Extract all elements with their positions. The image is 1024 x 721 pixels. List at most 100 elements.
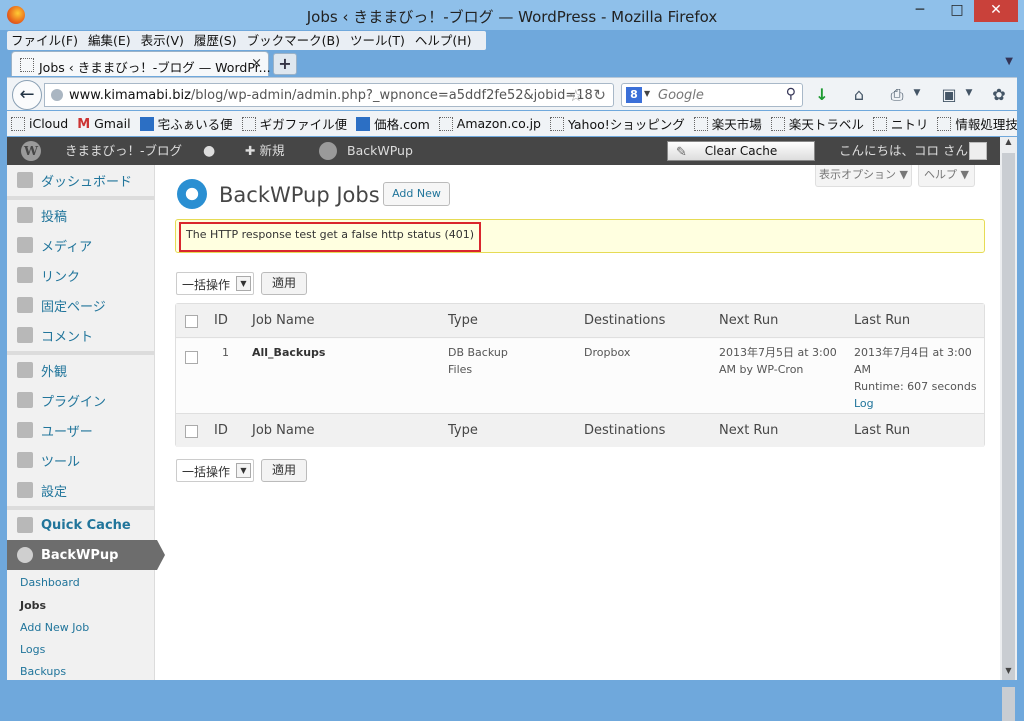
- bookmark-gmail[interactable]: M Gmail: [77, 116, 130, 132]
- maximize-button[interactable]: □: [942, 0, 972, 22]
- bookmark-takuf[interactable]: 宅ふぁいる便: [139, 114, 233, 133]
- minimize-button[interactable]: ─: [905, 0, 935, 22]
- column-destinations[interactable]: Destinations: [584, 423, 665, 438]
- column-next-run[interactable]: Next Run: [719, 313, 778, 328]
- url-bar[interactable]: www.kimamabi.biz/blog/wp-admin/admin.php…: [44, 83, 614, 107]
- submenu-dashboard[interactable]: Dashboard: [20, 576, 80, 589]
- submenu-logs[interactable]: Logs: [20, 643, 45, 656]
- column-job-name[interactable]: Job Name: [252, 423, 315, 438]
- sidebar-item-tools[interactable]: ツール: [7, 445, 155, 475]
- home-icon[interactable]: ⌂: [849, 85, 869, 104]
- column-id[interactable]: ID: [214, 313, 228, 328]
- camera-dropdown-icon[interactable]: ▼: [964, 88, 974, 98]
- print-dropdown-icon[interactable]: ▼: [912, 88, 922, 98]
- scroll-up-icon[interactable]: ▲: [1000, 137, 1017, 151]
- scroll-down-icon[interactable]: ▼: [1000, 666, 1017, 680]
- column-last-run[interactable]: Last Run: [854, 423, 910, 438]
- apply-button[interactable]: 適用: [261, 459, 307, 482]
- column-id[interactable]: ID: [214, 423, 228, 438]
- sidebar-item-plugins[interactable]: プラグイン: [7, 385, 155, 415]
- search-icon[interactable]: ⚲: [786, 86, 796, 102]
- menu-edit[interactable]: 編集(E): [88, 31, 131, 50]
- bookmark-nitori[interactable]: ニトリ: [872, 114, 928, 133]
- column-type[interactable]: Type: [448, 313, 478, 328]
- menu-bookmarks[interactable]: ブックマーク(B): [247, 31, 340, 50]
- print-icon[interactable]: ⎙: [887, 85, 907, 105]
- column-destinations[interactable]: Destinations: [584, 313, 665, 328]
- google-engine-icon[interactable]: 8: [626, 87, 642, 103]
- bookmark-yahoo[interactable]: Yahoo!ショッピング: [549, 114, 685, 133]
- search-bar[interactable]: 8 ▼ Google ⚲: [621, 83, 803, 107]
- sidebar-item-settings[interactable]: 設定: [7, 475, 155, 505]
- menu-history[interactable]: 履歴(S): [194, 31, 237, 50]
- downloads-icon[interactable]: ↓: [812, 85, 832, 104]
- select-all-checkbox[interactable]: [185, 315, 198, 328]
- column-last-run[interactable]: Last Run: [854, 313, 910, 328]
- column-type[interactable]: Type: [448, 423, 478, 438]
- window-title: Jobs ‹ きままびっ！-ブログ — WordPress - Mozilla …: [306, 8, 718, 26]
- sidebar-item-pages[interactable]: 固定ページ: [7, 290, 155, 320]
- avatar[interactable]: [969, 142, 987, 160]
- submenu-jobs[interactable]: Jobs: [20, 599, 46, 612]
- new-tab-button[interactable]: +: [273, 53, 297, 75]
- menu-tools[interactable]: ツール(T): [350, 31, 405, 50]
- sidebar-item-dashboard[interactable]: ダッシュボード: [7, 165, 155, 195]
- bulk-action-select[interactable]: 一括操作 ▼: [176, 272, 254, 295]
- takuf-icon: [139, 116, 154, 131]
- clear-cache-button[interactable]: ✎ Clear Cache: [667, 141, 815, 161]
- sidebar-item-users[interactable]: ユーザー: [7, 415, 155, 445]
- back-button[interactable]: ←: [12, 80, 42, 110]
- scrollbar-thumb[interactable]: [1002, 153, 1015, 721]
- row-checkbox[interactable]: [185, 351, 198, 364]
- tools-icon: [17, 452, 33, 468]
- tab-list-dropdown-icon[interactable]: ▼: [1005, 56, 1013, 67]
- comments-icon[interactable]: ●: [203, 137, 215, 165]
- chevron-down-icon[interactable]: ▼: [236, 463, 251, 478]
- sidebar-item-appearance[interactable]: 外観: [7, 355, 155, 385]
- menu-view[interactable]: 表示(V): [141, 31, 184, 50]
- vertical-scrollbar[interactable]: ▲ ▼: [1000, 137, 1017, 721]
- bookmark-icloud[interactable]: iCloud: [11, 116, 68, 131]
- admin-bar-new[interactable]: ✚ 新規: [245, 137, 284, 165]
- bookmark-star-icon[interactable]: ☆: [569, 86, 583, 105]
- sidebar-item-comments[interactable]: コメント: [7, 320, 155, 350]
- wordpress-logo-icon[interactable]: W: [21, 141, 41, 161]
- url-text[interactable]: www.kimamabi.biz/blog/wp-admin/admin.php…: [69, 88, 593, 103]
- sidebar-item-posts[interactable]: 投稿: [7, 200, 155, 230]
- bookmark-jitec[interactable]: 情報処理技術者試験...: [937, 114, 1017, 133]
- screen-options-tab[interactable]: 表示オプション ▼: [815, 165, 912, 187]
- sidebar-item-media[interactable]: メディア: [7, 230, 155, 260]
- bulk-action-select[interactable]: 一括操作 ▼: [176, 459, 254, 482]
- camera-icon[interactable]: ▣: [939, 85, 959, 104]
- menu-file[interactable]: ファイル(F): [11, 31, 78, 50]
- bookmark-amazon[interactable]: Amazon.co.jp: [438, 116, 541, 131]
- bookmark-rakuten-travel[interactable]: 楽天トラベル: [770, 114, 864, 133]
- bookmark-gigafile[interactable]: ギガファイル便: [241, 114, 347, 133]
- reload-icon[interactable]: ↻: [593, 86, 606, 104]
- submenu-add-new-job[interactable]: Add New Job: [20, 621, 89, 634]
- bookmark-kakaku[interactable]: 価格.com: [356, 114, 430, 133]
- close-window-button[interactable]: ✕: [974, 0, 1018, 22]
- help-tab[interactable]: ヘルプ ▼: [918, 165, 975, 187]
- job-name-link[interactable]: All_Backups: [252, 344, 325, 361]
- add-new-button[interactable]: Add New: [383, 182, 450, 206]
- submenu-backups[interactable]: Backups: [20, 665, 66, 678]
- engine-dropdown-icon[interactable]: ▼: [644, 89, 650, 98]
- column-job-name[interactable]: Job Name: [252, 313, 315, 328]
- admin-bar-howdy[interactable]: こんにちは、コロ さん！: [839, 137, 980, 165]
- tab-close-button[interactable]: ×: [251, 56, 262, 71]
- select-all-checkbox[interactable]: [185, 425, 198, 438]
- tab-jobs[interactable]: Jobs ‹ きままびっ！-ブログ — WordPr... ×: [11, 51, 271, 76]
- addon-icon[interactable]: ✿: [989, 85, 1009, 104]
- menu-help[interactable]: ヘルプ(H): [415, 31, 472, 50]
- chevron-down-icon[interactable]: ▼: [236, 276, 251, 291]
- sidebar-item-backwpup[interactable]: BackWPup: [7, 540, 165, 570]
- sidebar-item-quick-cache[interactable]: Quick Cache: [7, 510, 155, 540]
- apply-button[interactable]: 適用: [261, 272, 307, 295]
- log-link[interactable]: Log: [854, 397, 874, 410]
- sidebar-item-links[interactable]: リンク: [7, 260, 155, 290]
- bookmark-rakuten[interactable]: 楽天市場: [693, 114, 762, 133]
- column-next-run[interactable]: Next Run: [719, 423, 778, 438]
- admin-bar-backwpup[interactable]: BackWPup: [347, 137, 413, 165]
- admin-bar-site-name[interactable]: きままびっ！-ブログ: [65, 137, 182, 165]
